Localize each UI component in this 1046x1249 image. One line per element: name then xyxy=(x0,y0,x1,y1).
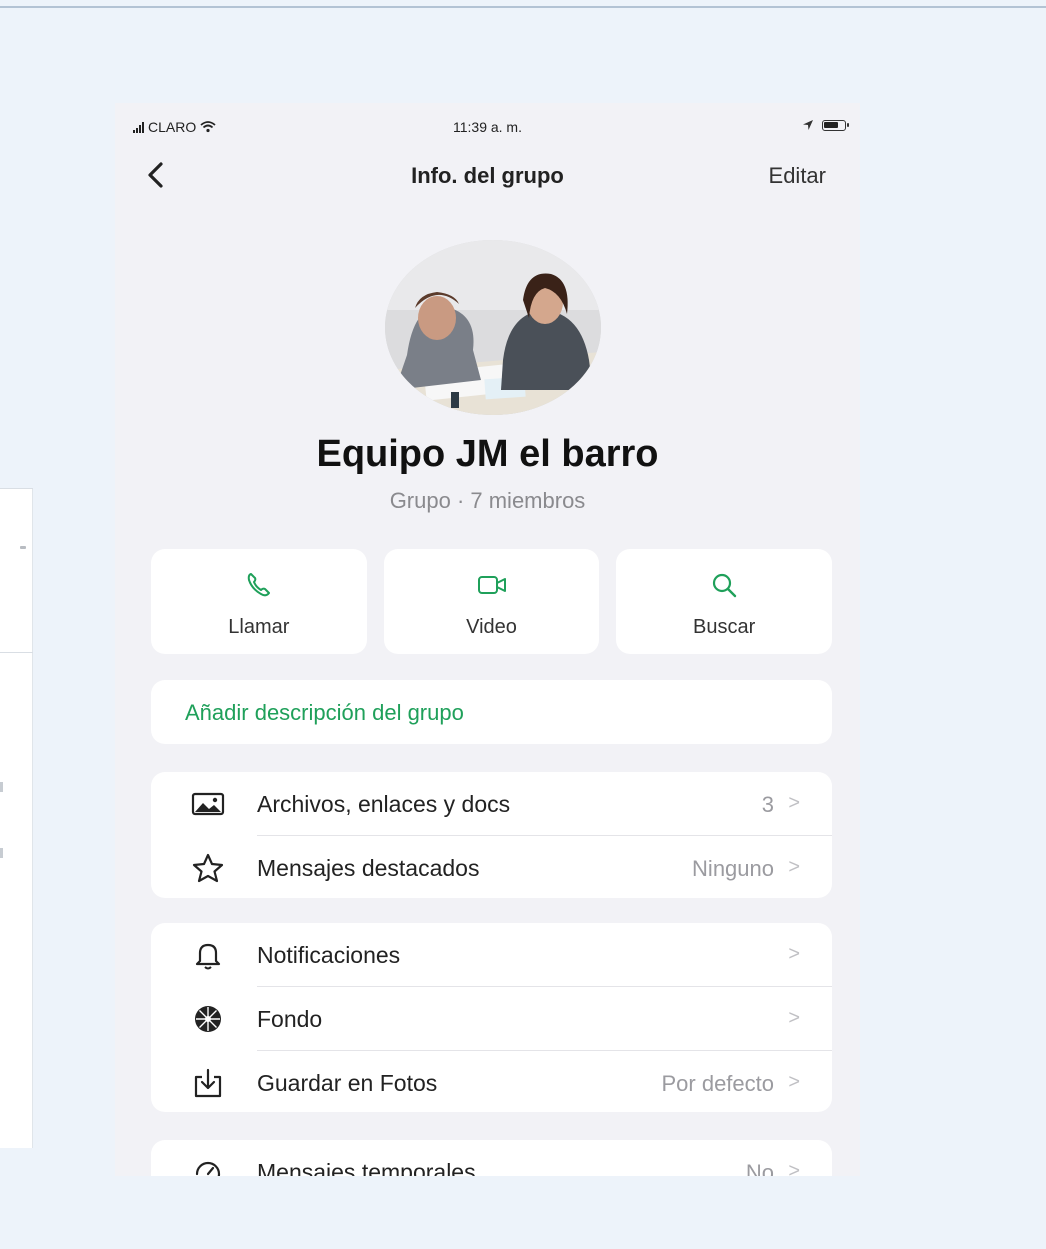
quick-actions: Llamar Video Buscar xyxy=(151,549,833,654)
row-value: Por defecto xyxy=(661,1071,774,1096)
navigation-bar: Info. del grupo Editar xyxy=(115,155,860,195)
temporary-messages-section: Mensajes temporales No > xyxy=(151,1140,832,1176)
save-to-photos-row[interactable]: Guardar en Fotos Por defecto > xyxy=(151,1051,832,1112)
group-avatar[interactable] xyxy=(385,240,601,415)
chevron-right-icon: > xyxy=(788,943,800,965)
group-subtitle: Grupo · 7 miembros xyxy=(389,488,586,513)
chevron-right-icon: > xyxy=(788,1007,800,1029)
search-label: Buscar xyxy=(693,616,756,638)
add-description-label: Añadir descripción del grupo xyxy=(185,700,464,725)
background-tick xyxy=(0,848,3,858)
divider xyxy=(0,488,33,489)
chevron-right-icon: > xyxy=(788,1071,800,1093)
row-label: Notificaciones xyxy=(257,942,401,968)
edit-button[interactable]: Editar xyxy=(769,163,826,189)
background-tick xyxy=(0,782,3,792)
add-description-button[interactable]: Añadir descripción del grupo xyxy=(151,680,832,744)
background-window-fragment xyxy=(0,488,33,1148)
phone-icon xyxy=(247,573,270,597)
save-icon xyxy=(194,1068,222,1098)
row-value: 3 xyxy=(761,792,774,817)
page-title: Info. del grupo xyxy=(411,163,564,188)
row-label: Mensajes temporales xyxy=(257,1159,476,1176)
notifications-row[interactable]: Notificaciones > xyxy=(151,923,832,987)
settings-section: Notificaciones > Fondo > Guardar en Foto… xyxy=(151,923,832,1112)
status-time: 11:39 a. m. xyxy=(452,119,522,135)
wallpaper-row[interactable]: Fondo > xyxy=(151,987,832,1051)
chevron-right-icon: > xyxy=(788,1160,800,1176)
row-label: Fondo xyxy=(257,1006,323,1032)
group-photo xyxy=(385,240,601,415)
row-label: Archivos, enlaces y docs xyxy=(257,791,511,817)
bell-icon xyxy=(195,943,221,970)
row-label: Mensajes destacados xyxy=(257,855,480,881)
call-label: Llamar xyxy=(228,616,290,638)
temporary-messages-row[interactable]: Mensajes temporales No > xyxy=(151,1140,832,1176)
files-links-docs-row[interactable]: Archivos, enlaces y docs 3 > xyxy=(151,772,832,836)
starred-messages-row[interactable]: Mensajes destacados Ninguno > xyxy=(151,836,832,898)
divider xyxy=(0,652,33,653)
row-value: No xyxy=(745,1160,774,1176)
chevron-right-icon: > xyxy=(788,792,800,814)
video-label: Video xyxy=(466,616,517,638)
phone-screenshot: CLARO 11:39 a. m. Info. del grupo Editar xyxy=(115,103,860,1176)
location-icon xyxy=(803,120,813,130)
row-label: Guardar en Fotos xyxy=(257,1070,438,1096)
video-button[interactable]: Video xyxy=(383,549,600,654)
search-button[interactable]: Buscar xyxy=(616,549,833,654)
search-icon xyxy=(713,573,737,598)
status-right xyxy=(802,119,849,131)
wallpaper-icon xyxy=(195,1006,221,1032)
call-button[interactable]: Llamar xyxy=(151,549,367,654)
background-mark xyxy=(20,546,26,549)
photo-icon xyxy=(191,792,225,816)
row-value: Ninguno xyxy=(692,856,774,881)
media-section: Archivos, enlaces y docs 3 > Mensajes de… xyxy=(151,772,832,898)
video-icon xyxy=(477,576,506,594)
chevron-right-icon: > xyxy=(788,856,800,878)
star-icon xyxy=(192,853,224,883)
status-bar: CLARO 11:39 a. m. xyxy=(115,117,860,137)
window-top-border xyxy=(0,6,1046,8)
group-name: Equipo JM el barro xyxy=(316,433,659,475)
timer-icon xyxy=(195,1161,221,1176)
battery-icon xyxy=(822,119,849,131)
